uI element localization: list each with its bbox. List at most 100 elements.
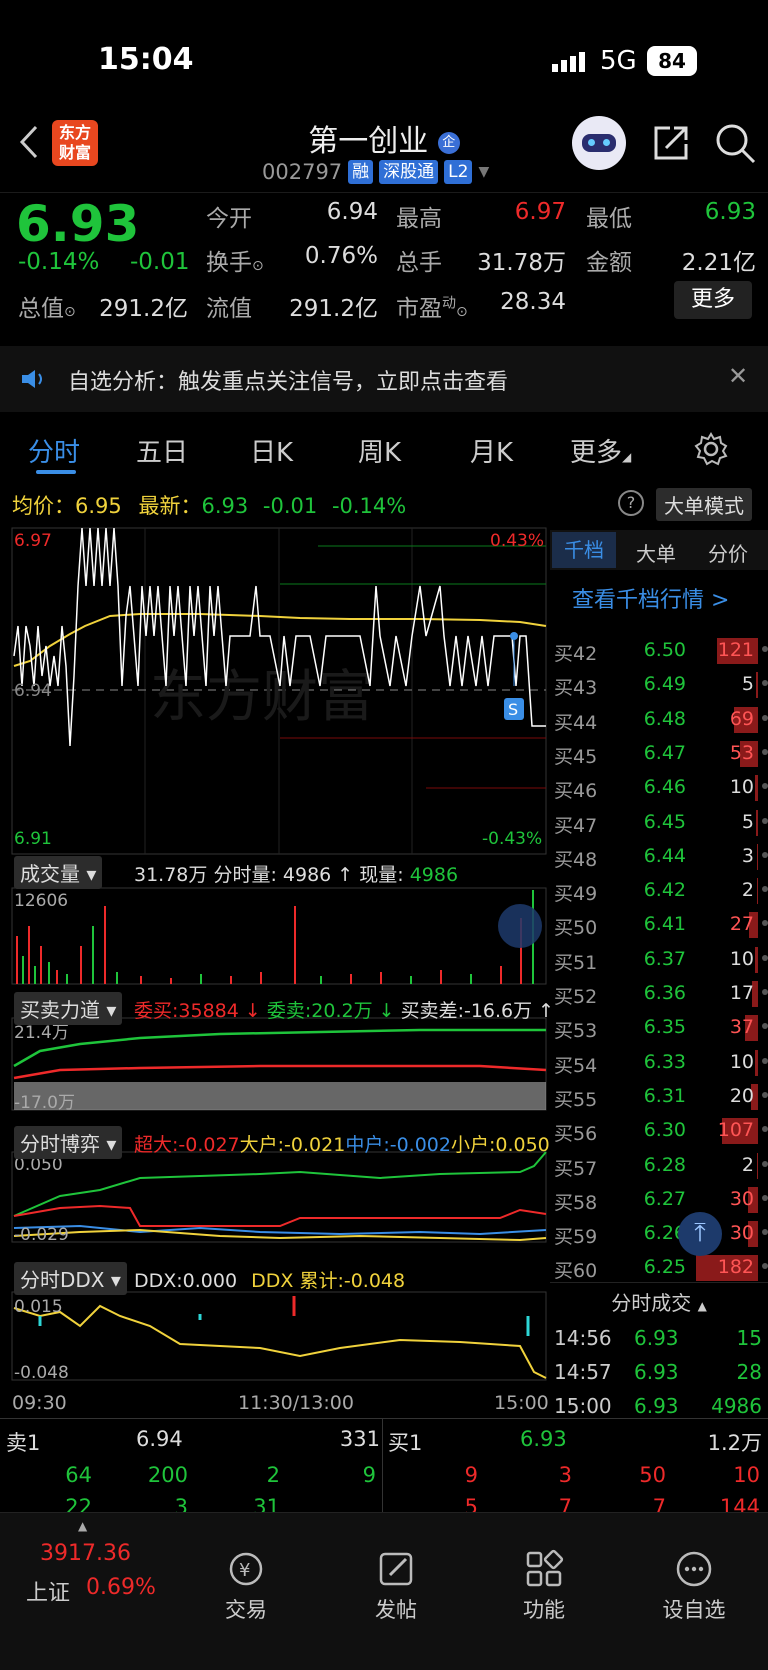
bid-level-row[interactable]: 买58 6.27 30 bbox=[550, 1183, 768, 1217]
volume-indicator-button[interactable]: 成交量 ▾ bbox=[14, 856, 103, 889]
tab-more[interactable]: 更多◢ bbox=[570, 432, 631, 469]
close-icon[interactable]: ✕ bbox=[728, 362, 748, 390]
bid-level-price: 6.47 bbox=[643, 741, 686, 764]
trade-button[interactable]: ¥ 交易 bbox=[196, 1549, 296, 1624]
tab-thousand-levels[interactable]: 千档 bbox=[552, 532, 616, 568]
market-cap-label: 总值⊙ bbox=[18, 289, 76, 323]
scroll-top-icon[interactable]: ⤒ bbox=[678, 1212, 722, 1256]
bid-level-price: 6.48 bbox=[643, 707, 686, 730]
more-button[interactable]: 更多 bbox=[674, 281, 752, 319]
bid-level-row[interactable]: 买56 6.30 107 bbox=[550, 1114, 768, 1148]
trade-time: 15:00 bbox=[554, 1394, 612, 1418]
enterprise-badge-icon: 企 bbox=[437, 131, 460, 154]
buy-queue-item: 10 bbox=[733, 1463, 760, 1487]
bid-volume-bar bbox=[755, 946, 758, 973]
tab-day-k[interactable]: 日K bbox=[250, 432, 293, 469]
game-panel-frame bbox=[11, 1151, 547, 1243]
bid-level-volume: 53 bbox=[729, 741, 754, 764]
ddx-indicator-button[interactable]: 分时DDX ▾ bbox=[14, 1262, 127, 1295]
time-sales-header[interactable]: 分时成交 ▲ bbox=[550, 1282, 768, 1322]
index-ticker[interactable]: ▲ 3917.36 上证 0.69% bbox=[0, 1513, 168, 1633]
speaker-icon bbox=[22, 370, 42, 388]
share-icon[interactable] bbox=[650, 122, 692, 164]
bid-level-row[interactable]: 买55 6.31 20 bbox=[550, 1080, 768, 1114]
volume-header: 31.78万 分时量: 4986 ↑ 现量: 4986 bbox=[134, 860, 458, 887]
add-watchlist-button[interactable]: 设自选 bbox=[644, 1549, 744, 1624]
bid-level-row[interactable]: 买44 6.48 69 bbox=[550, 703, 768, 737]
dot-icon bbox=[762, 783, 768, 790]
settings-gear-icon[interactable] bbox=[694, 432, 728, 466]
tab-five-day[interactable]: 五日 bbox=[136, 432, 188, 469]
bid-level-row[interactable]: 买52 6.36 17 bbox=[550, 977, 768, 1011]
tag-level2: L2 bbox=[444, 160, 473, 184]
bid-level-row[interactable]: 买60 6.25 182 bbox=[550, 1251, 768, 1285]
tab-week-k[interactable]: 周K bbox=[358, 432, 401, 469]
volume-label: 总手 bbox=[396, 250, 442, 276]
tab-price-distribution[interactable]: 分价 bbox=[708, 538, 748, 567]
pe-dynamic-mark: 动 bbox=[442, 295, 456, 312]
bid-level-label: 买45 bbox=[554, 745, 598, 768]
info-dots-icon[interactable]: ⊙ bbox=[456, 304, 468, 320]
tab-intraday[interactable]: 分时 bbox=[28, 432, 80, 469]
low-label: 最低 bbox=[586, 206, 632, 232]
intraday-chart[interactable]: 东方财富 S 6.97 6.94 6.91 0.43% -0.43% 12606 bbox=[0, 526, 548, 1386]
bid-level-label: 买42 bbox=[554, 643, 598, 665]
info-dots-icon[interactable]: ⊙ bbox=[252, 258, 264, 274]
avg-value: 6.95 bbox=[75, 494, 122, 518]
bid-level-row[interactable]: 买42 6.50 121 bbox=[550, 634, 768, 668]
bid-level-row[interactable]: 买50 6.41 27 bbox=[550, 908, 768, 942]
bid-level-row[interactable]: 买59 6.26 30 bbox=[550, 1217, 768, 1251]
view-thousand-levels-link[interactable]: 查看千档行情 > bbox=[572, 582, 729, 614]
dot-icon bbox=[762, 954, 768, 961]
bid-level-price: 6.27 bbox=[643, 1187, 686, 1210]
game-indicator-button[interactable]: 分时博弈 ▾ bbox=[14, 1126, 123, 1159]
game-large: 大户:-0.021 bbox=[239, 1134, 346, 1156]
chevron-down-icon[interactable]: ▼ bbox=[478, 164, 489, 180]
bid-level-label: 买58 bbox=[554, 1191, 598, 1214]
bid-level-price: 6.44 bbox=[643, 844, 686, 867]
bid-level-row[interactable]: 买45 6.47 53 bbox=[550, 737, 768, 771]
bid-level-row[interactable]: 买51 6.37 10 bbox=[550, 943, 768, 977]
notice-bar[interactable]: 自选分析：触发重点关注信号，立即点击查看 ✕ bbox=[0, 346, 768, 412]
bid-level-row[interactable]: 买49 6.42 2 bbox=[550, 874, 768, 908]
dot-icon bbox=[762, 920, 768, 927]
bid-level-price: 6.35 bbox=[643, 1016, 686, 1039]
functions-button[interactable]: 功能 bbox=[494, 1549, 594, 1624]
expand-chart-icon[interactable] bbox=[498, 904, 542, 948]
bid-level-label: 买51 bbox=[554, 951, 598, 974]
bid-level-row[interactable]: 买46 6.46 10 bbox=[550, 771, 768, 805]
latest-pct: -0.14% bbox=[331, 494, 407, 518]
network-type: 5G bbox=[600, 46, 637, 76]
trade-price: 6.93 bbox=[634, 1394, 679, 1418]
bid-level-row[interactable]: 买57 6.28 2 bbox=[550, 1149, 768, 1183]
caret-up-icon: ▲ bbox=[78, 1519, 88, 1533]
info-dots-icon[interactable]: ⊙ bbox=[64, 304, 76, 320]
bid-volume-bar bbox=[757, 878, 758, 905]
market-cap-label-text: 总值 bbox=[18, 296, 64, 322]
tab-month-k[interactable]: 月K bbox=[470, 432, 513, 469]
help-icon[interactable]: ? bbox=[618, 490, 644, 516]
bid-level-row[interactable]: 买43 6.49 5 bbox=[550, 668, 768, 702]
bid-level-row[interactable]: 买53 6.35 37 bbox=[550, 1011, 768, 1045]
bid-volume-bar bbox=[757, 1152, 758, 1179]
bid-level-label: 买48 bbox=[554, 848, 598, 871]
bid-level-price: 6.30 bbox=[643, 1119, 686, 1142]
big-order-mode-button[interactable]: 大单模式 bbox=[656, 488, 752, 521]
ddx-value: DDX:0.000 bbox=[134, 1270, 238, 1292]
bid-level-row[interactable]: 买48 6.44 3 bbox=[550, 840, 768, 874]
bid-level-volume: 17 bbox=[729, 982, 754, 1004]
force-header: 委买:35884 ↓ 委卖:20.2万 ↓ 买卖差:-16.6万 ↑ bbox=[134, 996, 554, 1023]
tag-margin: 融 bbox=[348, 160, 374, 184]
bid-level-row[interactable]: 买54 6.33 10 bbox=[550, 1046, 768, 1080]
post-button[interactable]: 发帖 bbox=[346, 1549, 446, 1624]
time-axis-start: 09:30 bbox=[12, 1392, 67, 1414]
search-icon[interactable] bbox=[714, 122, 758, 166]
bid-level-row[interactable]: 买47 6.45 5 bbox=[550, 806, 768, 840]
force-top-label: 21.4万 bbox=[14, 1023, 69, 1043]
bid-level-volume: 37 bbox=[729, 1016, 754, 1039]
tab-big-orders[interactable]: 大单 bbox=[636, 538, 676, 567]
force-indicator-button[interactable]: 买卖力道 ▾ bbox=[14, 992, 123, 1025]
dot-icon bbox=[762, 851, 768, 858]
bid-level-price: 6.49 bbox=[643, 673, 686, 696]
assistant-robot-icon[interactable] bbox=[572, 116, 626, 170]
